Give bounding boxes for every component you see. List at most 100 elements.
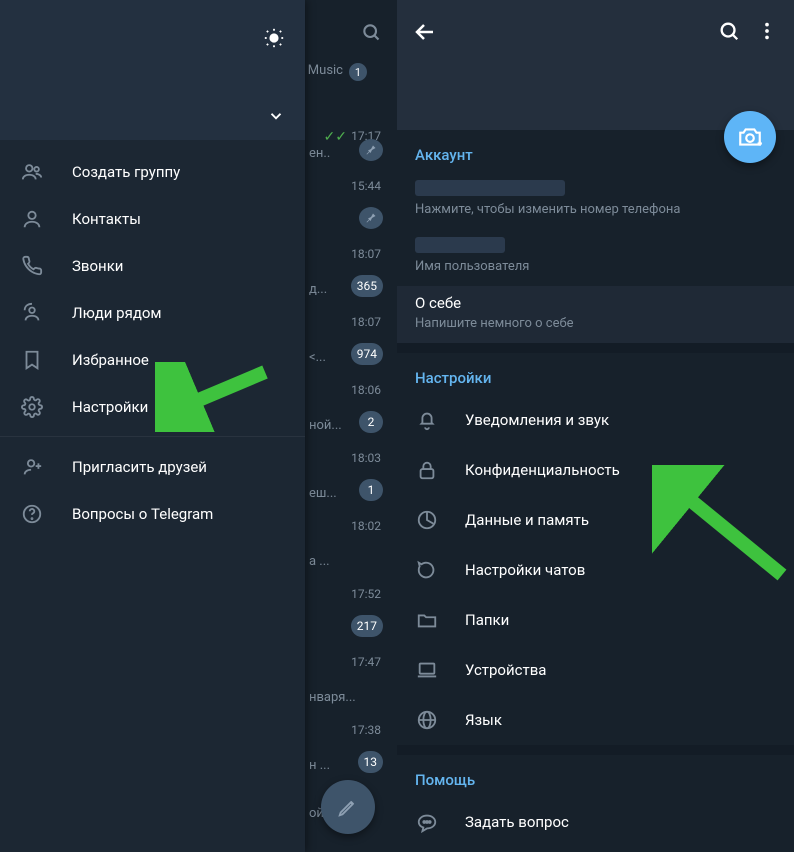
settings-notifications[interactable]: Уведомления и звук: [397, 395, 794, 445]
settings-label: Данные и память: [465, 511, 589, 529]
menu-create-group[interactable]: Создать группу: [0, 148, 305, 195]
redacted-phone: [415, 180, 565, 196]
chat-preview: ной...: [309, 418, 342, 433]
left-screen: Создать группу Контакты Звонки Люди рядо…: [0, 0, 397, 852]
settings-folders[interactable]: Папки: [397, 595, 794, 645]
pie-icon: [415, 508, 439, 532]
settings-language[interactable]: Язык: [397, 695, 794, 745]
annotation-arrow: [652, 465, 792, 585]
help-ask-question[interactable]: Задать вопрос: [397, 797, 794, 847]
chat-row[interactable]: 17:38 н ... 13: [305, 717, 397, 785]
settings-devices[interactable]: Устройства: [397, 645, 794, 695]
bell-icon: [415, 408, 439, 432]
chat-row[interactable]: 18:06 ной... 2: [305, 377, 397, 445]
menu-label: Вопросы о Telegram: [72, 505, 213, 523]
setting-title: О себе: [415, 294, 776, 312]
chat-row[interactable]: 18:07 д... 365: [305, 241, 397, 309]
setting-username[interactable]: Имя пользователя: [397, 229, 794, 286]
chat-row[interactable]: 17:52 217: [305, 581, 397, 649]
section-settings-header: Настройки: [397, 353, 794, 395]
chat-time: 18:06: [351, 383, 381, 397]
settings-label: Папки: [465, 611, 509, 629]
settings-label: Конфиденциальность: [465, 461, 620, 479]
menu-faq[interactable]: Вопросы о Telegram: [0, 490, 305, 537]
chat-row[interactable]: 17:47 нваря...: [305, 649, 397, 717]
setting-sub: Напишите немного о себе: [415, 316, 776, 331]
camera-fab[interactable]: [724, 111, 776, 163]
search-icon[interactable]: [361, 22, 381, 42]
settings-label: Уведомления и звук: [465, 411, 609, 429]
menu-label: Настройки: [72, 398, 148, 416]
chat-row[interactable]: 18:07 <... 974: [305, 309, 397, 377]
section-gap: [397, 745, 794, 755]
separator: [0, 436, 305, 437]
person-icon: [20, 207, 44, 231]
drawer-menu: Создать группу Контакты Звонки Люди рядо…: [0, 140, 305, 537]
search-icon[interactable]: [718, 20, 740, 42]
chat-badge: 13: [358, 751, 384, 773]
chat-time: 17:38: [351, 723, 381, 737]
chat-badge: 1: [349, 63, 367, 81]
chat-header: [305, 0, 397, 55]
chat-preview: <...: [309, 350, 326, 365]
chat-time: 17:52: [351, 587, 381, 601]
globe-icon: [415, 708, 439, 732]
menu-label: Создать группу: [72, 163, 180, 181]
chat-row[interactable]: 15:44: [305, 173, 397, 241]
chat-row[interactable]: ✓✓ 17:17 ен..: [305, 123, 397, 173]
phone-icon: [20, 254, 44, 278]
chat-time: 15:44: [351, 179, 381, 193]
chat-preview: а ...: [309, 554, 330, 569]
setting-sub: Нажмите, чтобы изменить номер телефона: [415, 202, 776, 217]
setting-bio[interactable]: О себе Напишите немного о себе: [397, 286, 794, 343]
chat-row[interactable]: 18:03 еш... 1: [305, 445, 397, 513]
annotation-arrow: [155, 362, 275, 432]
right-screen: Аккаунт Нажмите, чтобы изменить номер те…: [397, 0, 794, 852]
chat-badge: 974: [351, 343, 383, 365]
setting-phone[interactable]: Нажмите, чтобы изменить номер телефона: [397, 172, 794, 229]
chat-preview: еш...: [309, 486, 337, 501]
chat-time: 17:47: [351, 655, 381, 669]
menu-people-nearby[interactable]: Люди рядом: [0, 289, 305, 336]
menu-label: Контакты: [72, 210, 141, 228]
settings-label: Устройства: [465, 661, 546, 679]
chat-badge: 1: [359, 479, 383, 501]
bookmark-icon: [20, 348, 44, 372]
menu-invite-friends[interactable]: Пригласить друзей: [0, 443, 305, 490]
chevron-down-icon[interactable]: [267, 107, 285, 125]
chat-badge: 2: [359, 411, 383, 433]
chat-preview: д...: [309, 282, 327, 297]
chat-preview: ен..: [309, 146, 330, 161]
chat-row[interactable]: 18:02 а ...: [305, 513, 397, 581]
compose-fab[interactable]: [321, 780, 375, 834]
chat-question-icon: [415, 810, 439, 834]
menu-calls[interactable]: Звонки: [0, 242, 305, 289]
chat-preview: н ...: [309, 758, 330, 773]
menu-label: Пригласить друзей: [72, 458, 207, 476]
menu-label: Люди рядом: [72, 304, 162, 322]
chat-time: 18:02: [351, 519, 381, 533]
group-icon: [20, 160, 44, 184]
invite-icon: [20, 455, 44, 479]
theme-toggle-icon[interactable]: [261, 25, 287, 51]
chat-badge: 217: [351, 615, 383, 637]
menu-label: Избранное: [72, 351, 149, 369]
help-icon: [20, 502, 44, 526]
menu-contacts[interactable]: Контакты: [0, 195, 305, 242]
back-icon[interactable]: [413, 20, 437, 44]
settings-header: [397, 0, 794, 130]
chat-row[interactable]: Music 1: [305, 55, 397, 123]
nearby-icon: [20, 301, 44, 325]
section-help-header: Помощь: [397, 755, 794, 797]
setting-sub: Имя пользователя: [415, 259, 776, 274]
pin-icon: [359, 139, 383, 161]
chat-time: 18:07: [351, 315, 381, 329]
redacted-username: [415, 237, 505, 253]
chat-preview: нваря...: [309, 690, 356, 705]
lock-icon: [415, 458, 439, 482]
settings-label: Язык: [465, 711, 502, 729]
chat-list: Music 1 ✓✓ 17:17 ен.. 15:44 18:07 д... 3…: [305, 0, 397, 852]
chat-time: 18:03: [351, 451, 381, 465]
more-icon[interactable]: [756, 20, 778, 42]
drawer-header: [0, 0, 305, 140]
